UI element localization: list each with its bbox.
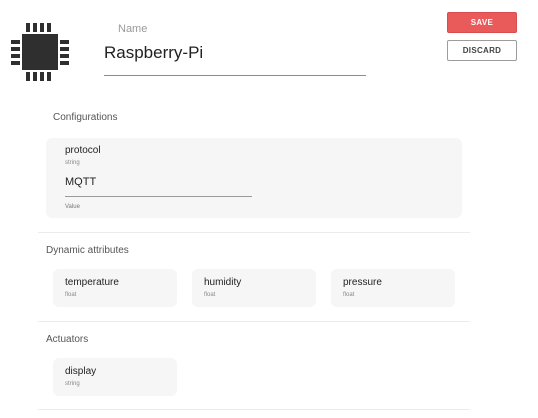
attribute-type: float: [65, 292, 77, 298]
config-property-name: protocol: [65, 145, 101, 156]
attribute-type: float: [204, 292, 216, 298]
attribute-card-pressure: pressure float: [331, 269, 455, 307]
device-name-field[interactable]: Raspberry-Pi: [104, 43, 203, 63]
chip-icon: [8, 20, 72, 84]
actuators-title: Actuators: [46, 334, 89, 345]
attribute-name: temperature: [65, 277, 119, 288]
section-divider: [38, 409, 470, 410]
config-value-underline: [65, 196, 252, 197]
name-field-underline: [104, 75, 366, 76]
config-value-input[interactable]: MQTT: [65, 176, 96, 188]
actuator-name: display: [65, 366, 97, 377]
section-divider: [38, 232, 470, 233]
configurations-title: Configurations: [53, 112, 118, 123]
attribute-name: humidity: [204, 277, 242, 288]
actuator-type: string: [65, 381, 80, 387]
attribute-card-temperature: temperature float: [53, 269, 177, 307]
attribute-type: float: [343, 292, 355, 298]
section-divider: [38, 321, 470, 322]
config-value-label: Value: [65, 204, 80, 210]
save-button[interactable]: SAVE: [447, 12, 517, 33]
config-card-protocol: protocol string MQTT Value: [46, 138, 462, 218]
config-property-type: string: [65, 160, 80, 166]
dynamic-attributes-title: Dynamic attributes: [46, 245, 129, 256]
attribute-name: pressure: [343, 277, 382, 288]
name-label: Name: [118, 23, 148, 35]
actuator-card-display: display string: [53, 358, 177, 396]
attribute-card-humidity: humidity float: [192, 269, 316, 307]
discard-button[interactable]: DISCARD: [447, 40, 517, 61]
